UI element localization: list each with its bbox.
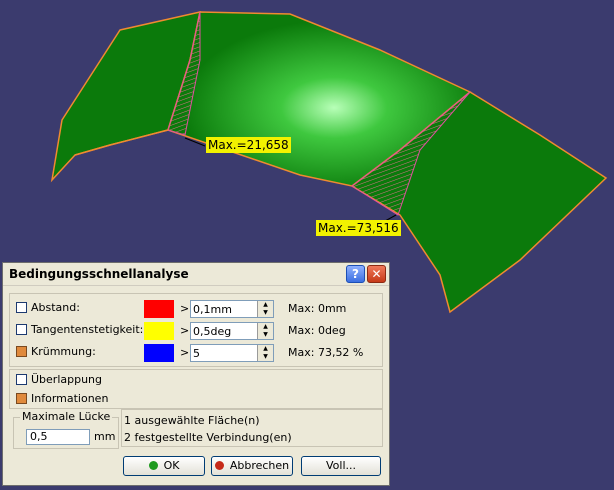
- tangent-max: Max: 0deg: [288, 324, 346, 337]
- spinner-arrows-icon[interactable]: ▲ ▼: [257, 323, 273, 339]
- distance-color-swatch: [144, 300, 174, 318]
- ok-button[interactable]: OK: [123, 456, 205, 476]
- max-gap-unit: mm: [94, 430, 116, 443]
- surface-patch-left: [50, 11, 201, 183]
- tangent-spinner[interactable]: 0,5deg ▲ ▼: [190, 322, 274, 340]
- info-line: 2 festgestellte Verbindung(en): [124, 431, 292, 444]
- tangent-value: 0,5deg: [193, 325, 232, 338]
- curvature-max: Max: 73,52 %: [288, 346, 364, 359]
- overlap-checkbox[interactable]: [16, 374, 27, 385]
- options-group: Überlappung Informationen: [9, 369, 383, 409]
- spinner-arrows-icon[interactable]: ▲ ▼: [257, 345, 273, 361]
- full-button[interactable]: Voll...: [301, 456, 381, 476]
- curvature-color-swatch: [144, 344, 174, 362]
- close-button[interactable]: ✕: [367, 265, 386, 283]
- curvature-checkbox[interactable]: [16, 346, 27, 357]
- ok-label: OK: [163, 459, 180, 472]
- distance-spinner[interactable]: 0,1mm ▲ ▼: [190, 300, 274, 318]
- info-checkbox[interactable]: [16, 393, 27, 404]
- max-gap-input[interactable]: 0,5: [26, 429, 90, 445]
- tangent-checkbox[interactable]: [16, 324, 27, 335]
- help-button[interactable]: ?: [346, 265, 365, 283]
- info-panel: 1 ausgewählte Fläche(n) 2 festgestellte …: [121, 409, 383, 447]
- curvature-label: Krümmung:: [31, 345, 96, 358]
- info-line: 1 ausgewählte Fläche(n): [124, 414, 260, 427]
- overlap-label: Überlappung: [31, 373, 103, 386]
- tangent-operator: >: [180, 324, 190, 337]
- info-row[interactable]: Informationen: [16, 391, 216, 409]
- curvature-value: 5: [193, 347, 200, 360]
- dialog-title: Bedingungsschnellanalyse: [9, 267, 189, 281]
- curvature-operator: >: [180, 346, 190, 359]
- overlap-row[interactable]: Überlappung: [16, 372, 216, 390]
- dialog-titlebar[interactable]: Bedingungsschnellanalyse ? ✕: [3, 263, 389, 286]
- max-value-label-1: Max.=21,658: [206, 137, 291, 153]
- criteria-group: Abstand: > 0,1mm ▲ ▼ Max: 0mm Tangentenst…: [9, 293, 383, 367]
- distance-value: 0,1mm: [193, 303, 232, 316]
- cancel-button[interactable]: Abbrechen: [211, 456, 293, 476]
- distance-label: Abstand:: [31, 301, 80, 314]
- red-dot-icon: [214, 461, 224, 470]
- tangent-label: Tangentenstetigkeit:: [31, 323, 144, 336]
- cancel-label: Abbrechen: [229, 459, 290, 472]
- tangent-row: Tangentenstetigkeit: > 0,5deg ▲ ▼ Max: 0d…: [16, 322, 376, 340]
- distance-row: Abstand: > 0,1mm ▲ ▼ Max: 0mm: [16, 300, 376, 318]
- max-gap-group: Maximale Lücke 0,5 mm: [13, 410, 119, 449]
- distance-max: Max: 0mm: [288, 302, 347, 315]
- tangent-color-swatch: [144, 322, 174, 340]
- quick-analysis-dialog: Bedingungsschnellanalyse ? ✕ Abstand: > …: [2, 262, 390, 486]
- curvature-row: Krümmung: > 5 ▲ ▼ Max: 73,52 %: [16, 344, 376, 362]
- distance-operator: >: [180, 302, 190, 315]
- max-value-label-2: Max.=73,516: [316, 220, 401, 236]
- curvature-spinner[interactable]: 5 ▲ ▼: [190, 344, 274, 362]
- distance-checkbox[interactable]: [16, 302, 27, 313]
- spinner-arrows-icon[interactable]: ▲ ▼: [257, 301, 273, 317]
- green-dot-icon: [148, 461, 158, 470]
- max-gap-legend: Maximale Lücke: [20, 410, 113, 423]
- info-label: Informationen: [31, 392, 109, 405]
